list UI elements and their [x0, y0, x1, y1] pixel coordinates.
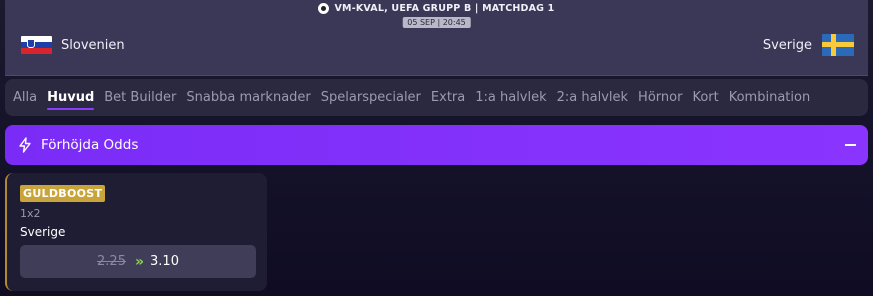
match-header: VM-KVAL, UEFA GRUPP B | MATCHDAG 1 05 SE…: [5, 0, 868, 76]
sweden-flag-icon: [822, 34, 854, 56]
competition-label: VM-KVAL, UEFA GRUPP B | MATCHDAG 1: [334, 3, 555, 14]
tab-snabba-marknader[interactable]: Snabba marknader: [182, 79, 314, 116]
tab-bet-builder[interactable]: Bet Builder: [100, 79, 180, 116]
tab-2a-halvlek[interactable]: 2:a halvlek: [553, 79, 632, 116]
double-chevron-right-icon: »: [134, 253, 144, 270]
new-odds: 3.10: [150, 254, 179, 269]
tab-alla[interactable]: Alla: [9, 79, 41, 116]
boosted-odds-title: Förhöjda Odds: [41, 137, 139, 153]
away-team-name: Sverige: [762, 37, 812, 53]
tab-extra[interactable]: Extra: [427, 79, 469, 116]
home-team-name: Slovenien: [61, 37, 125, 53]
old-odds: 2.25: [97, 254, 126, 269]
tab-huvud[interactable]: Huvud: [43, 79, 98, 116]
market-tabs: Alla Huvud Bet Builder Snabba marknader …: [5, 79, 868, 116]
odds-button[interactable]: 2.25 » 3.10: [20, 245, 256, 278]
tab-hornor[interactable]: Hörnor: [634, 79, 686, 116]
competition-line: VM-KVAL, UEFA GRUPP B | MATCHDAG 1: [5, 3, 868, 14]
boosted-odds-header[interactable]: Förhöjda Odds: [5, 125, 868, 165]
kickoff-time: 05 SEP | 20:45: [402, 17, 471, 28]
tab-1a-halvlek[interactable]: 1:a halvlek: [471, 79, 550, 116]
home-team: Slovenien: [21, 36, 125, 54]
minus-icon[interactable]: [845, 144, 856, 146]
slovenia-flag-icon: [21, 36, 52, 54]
football-icon: [318, 3, 330, 14]
selection-label: Sverige: [20, 225, 66, 239]
market-label: 1x2: [20, 207, 41, 220]
boost-card: GULDBOOST 1x2 Sverige 2.25 » 3.10: [5, 173, 267, 291]
away-team: Sverige: [763, 34, 854, 56]
guldboost-badge: GULDBOOST: [20, 185, 106, 202]
tab-kort[interactable]: Kort: [688, 79, 722, 116]
tab-kombination[interactable]: Kombination: [725, 79, 814, 116]
lightning-icon: [19, 137, 31, 153]
tab-spelarspecialer[interactable]: Spelarspecialer: [317, 79, 425, 116]
